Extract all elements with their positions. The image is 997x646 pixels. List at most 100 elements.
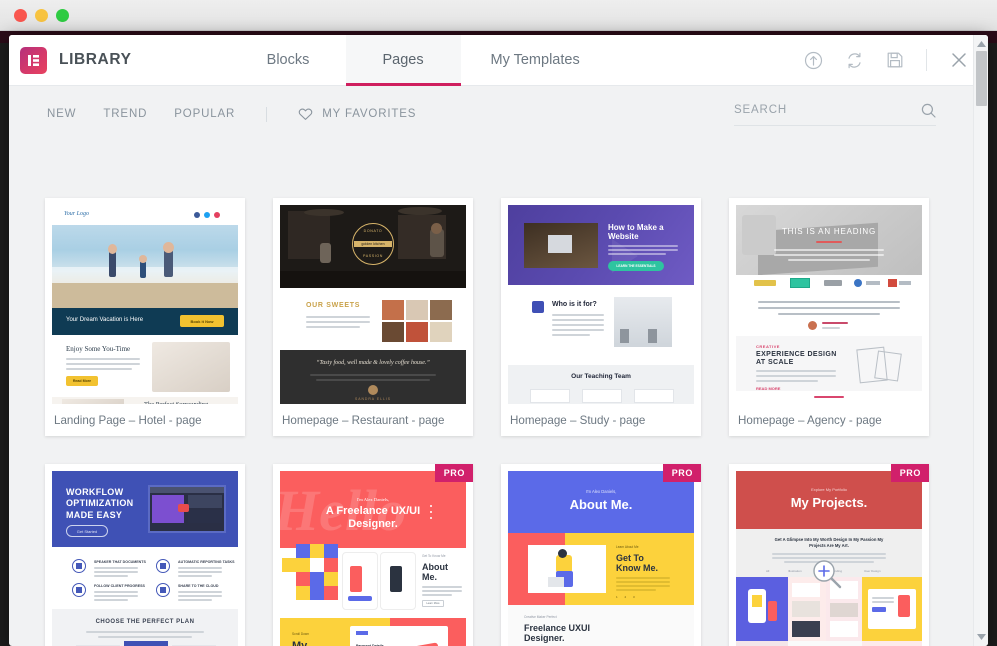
template-thumbnail: THIS IS AN HEADING CREATIVE EXPERIENCE D… <box>729 198 929 404</box>
preview-works-eyebrow: Scroll Down <box>292 632 310 636</box>
window-zoom-button[interactable] <box>56 8 69 22</box>
preview-works-section: Scroll Down My Works. Payment Details <box>280 618 466 646</box>
preview-hero-heading: THIS IS AN HEADING <box>782 227 876 236</box>
preview-about-heading: About Me. <box>422 562 448 583</box>
sync-icon[interactable] <box>845 51 864 70</box>
preview-footer <box>736 391 922 404</box>
preview-section-eyebrow: CREATIVE <box>756 344 780 349</box>
modal-tabs: Blocks Pages My Templates <box>231 35 610 86</box>
filter-my-favorites[interactable]: MY FAVORITES <box>298 107 416 121</box>
elementor-logo-icon <box>20 46 47 74</box>
window-close-button[interactable] <box>14 8 27 22</box>
preview-section-heading: Get To Know Me. <box>616 553 658 574</box>
template-card[interactable]: How to Make a Website LEARN THE ESSENTIA… <box>501 198 701 436</box>
preview-quote-section: “Tasty food, well made & lovely coffee h… <box>280 350 466 404</box>
template-preview-hotel: Your Logo Your Dream Vacation is Here Bo… <box>52 205 238 404</box>
template-grid-scroll[interactable]: Your Logo Your Dream Vacation is Here Bo… <box>9 142 988 646</box>
preview-hero-button: Get Started <box>66 525 108 537</box>
preview-hero-eyebrow: Explore My Portfolio <box>811 487 847 492</box>
template-card[interactable]: Your Logo Your Dream Vacation is Here Bo… <box>45 198 245 436</box>
tab-blocks[interactable]: Blocks <box>231 35 346 85</box>
scrollbar-thumb[interactable] <box>976 51 987 106</box>
preview-hero-image: DONATO golden kitchen PASSION <box>280 205 466 288</box>
preview-quote: “Tasty food, well made & lovely coffee h… <box>316 360 430 366</box>
preview-section-heading: Get A Glimpse Into My Worth Design In My… <box>774 537 884 548</box>
preview-badge-top: DONATO <box>363 229 383 233</box>
filter-divider <box>266 106 268 122</box>
preview-section-heading: EXPERIENCE DESIGN AT SCALE <box>756 351 837 367</box>
window-minimize-button[interactable] <box>35 8 48 22</box>
library-modal: LIBRARY Blocks Pages My Templates NEW TR… <box>9 35 988 646</box>
preview-section-eyebrow: Learn About Me <box>616 545 639 549</box>
tab-blocks-label: Blocks <box>266 52 310 68</box>
tab-my-templates[interactable]: My Templates <box>461 35 610 85</box>
filter-trend[interactable]: TREND <box>103 108 147 120</box>
heart-icon <box>298 108 313 120</box>
preview-feature-2: AUTOMATIC REPORTING TASKS <box>178 560 235 564</box>
preview-hero-eyebrow: I'm Alex Daniels, <box>585 489 617 494</box>
save-icon[interactable] <box>886 51 904 69</box>
search-icon[interactable] <box>921 103 936 118</box>
preview-badge-mid: golden kitchen <box>354 241 392 247</box>
template-card[interactable]: WORKFLOW OPTIMIZATION MADE EASY Get Star… <box>45 464 245 646</box>
preview-feature-4: SHARE TO THE CLOUD <box>178 584 219 588</box>
preview-filter-all: All <box>766 569 770 573</box>
preview-about-section: Get To Know Me About Me. Learn More <box>280 544 466 618</box>
preview-lower-section: Creative Maker Perfect Freelance UXUI De… <box>508 605 694 646</box>
preview-section: Who is it for? <box>508 285 694 365</box>
filter-new[interactable]: NEW <box>47 108 76 120</box>
template-preview-freelance: Hello I'm Alex Daniels, A Freelance UX/U… <box>280 471 466 646</box>
template-card[interactable]: DONATO golden kitchen PASSION OUR SWEETS <box>273 198 473 436</box>
social-icon-twitter <box>204 212 210 218</box>
close-icon[interactable] <box>949 50 969 70</box>
preview-hero-heading: How to Make a Website <box>608 223 664 242</box>
template-grid: Your Logo Your Dream Vacation is Here Bo… <box>9 142 988 646</box>
preview-pricing-heading: CHOOSE THE PERFECT PLAN <box>95 619 195 625</box>
preview-hero-heading: My Projects. <box>790 495 868 510</box>
scrollbar-up-button[interactable] <box>974 38 988 49</box>
template-preview-projects: Explore My Portfolio My Projects. Get A … <box>736 471 922 646</box>
modal-header: LIBRARY Blocks Pages My Templates <box>9 35 988 86</box>
preview-quote-author: SANDRA ELLIS <box>354 397 392 401</box>
template-thumbnail: I'm Alex Daniels, About Me. Learn About … <box>501 464 701 646</box>
magnifier-zoom-icon <box>813 560 842 589</box>
os-window: LIBRARY Blocks Pages My Templates NEW TR… <box>0 0 997 646</box>
template-thumbnail: DONATO golden kitchen PASSION OUR SWEETS <box>273 198 473 404</box>
tab-my-templates-label: My Templates <box>490 52 580 68</box>
social-icon-facebook <box>194 212 200 218</box>
tab-pages[interactable]: Pages <box>345 35 461 86</box>
scrollbar-down-button[interactable] <box>974 631 988 642</box>
vertical-scrollbar[interactable] <box>973 35 988 646</box>
template-card[interactable]: THIS IS AN HEADING CREATIVE EXPERIENCE D… <box>729 198 929 436</box>
preview-section-heading: Enjoy Some You-Time <box>66 345 131 353</box>
page-title: LIBRARY <box>59 51 132 68</box>
preview-features: SPEAKER THAT DOCUMENTS AUTOMATIC REPORTI… <box>52 547 238 609</box>
preview-lower-eyebrow: Creative Maker Perfect <box>524 615 557 619</box>
preview-filter-illustration: Illustration <box>788 569 802 573</box>
template-thumbnail: WORKFLOW OPTIMIZATION MADE EASY Get Star… <box>45 464 245 646</box>
template-preview-about: I'm Alex Daniels, About Me. Learn About … <box>508 471 694 646</box>
pro-badge: PRO <box>890 464 929 482</box>
search-box[interactable] <box>734 103 936 126</box>
preview-hero: THIS IS AN HEADING <box>736 205 922 276</box>
filter-popular[interactable]: POPULAR <box>174 108 235 120</box>
template-preview-study: How to Make a Website LEARN THE ESSENTIA… <box>508 205 694 404</box>
preview-section-heading: Who is it for? <box>552 301 597 308</box>
preview-section: CREATIVE EXPERIENCE DESIGN AT SCALE READ… <box>736 336 922 391</box>
brand: LIBRARY <box>9 35 132 85</box>
preview-footer-heading: Our Teaching Team <box>571 373 631 380</box>
template-card[interactable]: PRO Explore My Portfolio My Projects. Ge… <box>729 464 929 646</box>
template-card-title: Homepage – Agency - page <box>738 413 882 427</box>
template-thumbnail: Hello I'm Alex Daniels, A Freelance UX/U… <box>273 464 473 646</box>
preview-about-eyebrow: Get To Know Me <box>422 554 446 558</box>
preview-section-heading: OUR SWEETS <box>306 302 361 309</box>
template-card-title: Homepage – Study - page <box>510 413 646 427</box>
preview-hero-image <box>52 225 238 308</box>
upload-icon[interactable] <box>804 51 823 70</box>
template-card[interactable]: PRO I'm Alex Daniels, About Me. Learn Ab… <box>501 464 701 646</box>
search-input[interactable] <box>734 104 921 116</box>
template-card[interactable]: PRO Hello I'm Alex Daniels, A Freelance … <box>273 464 473 646</box>
preview-banner-button: Book it Now <box>180 315 224 327</box>
preview-quote-section <box>736 291 922 336</box>
template-thumbnail: Explore My Portfolio My Projects. Get A … <box>729 464 929 646</box>
